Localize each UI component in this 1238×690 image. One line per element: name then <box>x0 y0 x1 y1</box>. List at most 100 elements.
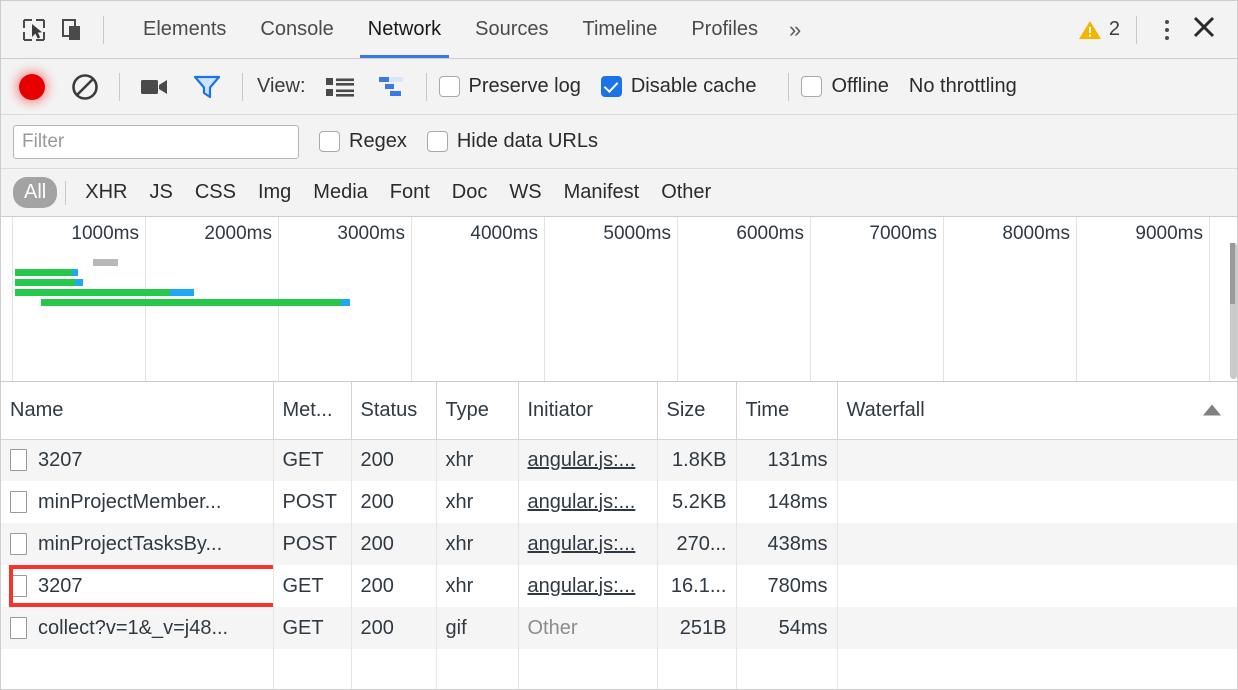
initiator-link[interactable]: angular.js:... <box>528 533 636 555</box>
toolbar-divider-a <box>119 72 120 101</box>
preserve-log-box[interactable] <box>438 76 460 97</box>
tab-timeline[interactable]: Timeline <box>566 1 675 58</box>
cell-initiator[interactable]: angular.js:... <box>518 523 658 565</box>
overview-body[interactable]: 1000ms 2000ms 3000ms 4000ms 5000ms 6000ms 7000… <box>13 217 1237 381</box>
cell-method: GET <box>273 439 352 481</box>
cell-name[interactable]: collect?v=1&_v=j48... <box>1 607 274 649</box>
tab-console[interactable]: Console <box>243 1 350 58</box>
regex-box[interactable] <box>319 131 340 152</box>
column-header-size[interactable]: Size <box>657 382 737 440</box>
request-table-container[interactable]: Name Met... Status Type Initiator Size T… <box>1 382 1237 689</box>
cell-initiator[interactable]: angular.js:... <box>518 481 658 523</box>
tab-elements[interactable]: Elements <box>126 1 243 58</box>
filter-bar: Regex Hide data URLs <box>1 115 1237 169</box>
disable-cache-box[interactable] <box>600 76 622 97</box>
column-header-waterfall[interactable]: Waterfall <box>837 382 1237 440</box>
more-tabs-chevron-icon[interactable]: » <box>775 17 815 43</box>
column-header-name[interactable]: Name <box>1 382 274 440</box>
view-list-icon[interactable] <box>320 67 360 107</box>
view-waterfall-icon[interactable] <box>368 67 414 107</box>
overview-scrollbar[interactable] <box>1230 243 1237 379</box>
network-overview[interactable]: 1000ms 2000ms 3000ms 4000ms 5000ms 6000ms 7000… <box>1 217 1237 382</box>
column-header-status[interactable]: Status <box>351 382 437 440</box>
overview-scroll-handle[interactable] <box>1230 243 1235 305</box>
table-header-row: Name Met... Status Type Initiator Size T… <box>1 382 1237 440</box>
type-filter-other[interactable]: Other <box>650 177 722 208</box>
type-filter-ws[interactable]: WS <box>498 177 552 208</box>
type-filter-xhr[interactable]: XHR <box>74 177 138 208</box>
filter-funnel-icon[interactable] <box>184 67 230 107</box>
cell-method: GET <box>273 607 352 649</box>
type-filter-manifest[interactable]: Manifest <box>553 177 651 208</box>
offline-checkbox[interactable]: Offline <box>801 75 889 98</box>
cell-name[interactable]: minProjectTasksBy... <box>1 523 274 565</box>
devtools-window: Elements Console Network Sources Timelin… <box>0 0 1238 690</box>
overview-tick-label: 4000ms <box>470 223 538 244</box>
column-header-time[interactable]: Time <box>736 382 838 440</box>
overview-left-gutter <box>1 217 13 381</box>
tab-sources[interactable]: Sources <box>458 1 565 58</box>
cell-time: 131ms <box>736 439 838 481</box>
type-filter-img[interactable]: Img <box>247 177 302 208</box>
cell-status: 200 <box>351 523 437 565</box>
type-filter-font[interactable]: Font <box>379 177 441 208</box>
column-header-initiator[interactable]: Initiator <box>518 382 658 440</box>
overview-bar <box>13 299 1237 306</box>
offline-box[interactable] <box>801 76 823 97</box>
filler-cell <box>518 649 658 689</box>
type-filter-css[interactable]: CSS <box>184 177 247 208</box>
type-filter-all[interactable]: All <box>13 177 58 208</box>
overview-bar <box>13 259 1237 266</box>
type-filter-js[interactable]: JS <box>138 177 183 208</box>
column-header-method[interactable]: Met... <box>273 382 352 440</box>
table-row[interactable]: minProjectMember... POST 200 xhr angular.js:… <box>1 481 1237 523</box>
table-row[interactable]: collect?v=1&_v=j48... GET 200 gif Other 251B 5… <box>1 607 1237 649</box>
record-button[interactable] <box>19 73 45 100</box>
initiator-link[interactable]: angular.js:... <box>528 449 636 471</box>
cell-initiator[interactable]: angular.js:... <box>518 565 658 607</box>
initiator-link[interactable]: angular.js:... <box>528 491 636 513</box>
table-row[interactable]: 3207 GET 200 xhr angular.js:... 16.1... 780ms <box>1 565 1237 607</box>
devtools-menu-icon[interactable] <box>1149 19 1185 40</box>
request-name: collect?v=1&_v=j48... <box>38 616 229 639</box>
cell-initiator[interactable]: angular.js:... <box>518 439 658 481</box>
table-row[interactable]: 3207 GET 200 xhr angular.js:... 1.8KB 131ms <box>1 439 1237 481</box>
preserve-log-checkbox[interactable]: Preserve log <box>438 75 581 98</box>
hide-data-urls-box[interactable] <box>426 131 448 152</box>
document-icon <box>10 533 27 555</box>
cell-name[interactable]: minProjectMember... <box>1 481 274 523</box>
warning-badge[interactable]: 2 <box>1078 18 1120 41</box>
cell-size: 5.2KB <box>657 481 737 523</box>
request-name: minProjectMember... <box>38 490 222 513</box>
cell-name[interactable]: 3207 <box>1 439 274 481</box>
sort-ascending-icon[interactable] <box>1203 404 1221 416</box>
cell-name[interactable]: 3207 <box>1 565 274 607</box>
initiator-text: Other <box>527 616 578 639</box>
inspect-element-icon[interactable] <box>15 11 53 49</box>
regex-checkbox[interactable]: Regex <box>319 130 407 153</box>
cell-waterfall <box>837 481 1237 523</box>
overview-bar-segment <box>75 279 83 286</box>
cell-status: 200 <box>351 481 437 523</box>
filler-cell <box>736 649 838 689</box>
close-icon[interactable] <box>1185 14 1227 45</box>
column-header-type[interactable]: Type <box>436 382 519 440</box>
type-filter-media[interactable]: Media <box>302 177 378 208</box>
toolbar-divider-d <box>788 72 790 101</box>
capture-screenshots-icon[interactable] <box>132 67 178 107</box>
warning-triangle-icon <box>1078 20 1101 39</box>
filter-input[interactable] <box>13 124 299 159</box>
clear-button[interactable] <box>63 67 107 107</box>
type-filter-doc[interactable]: Doc <box>441 177 499 208</box>
tab-network[interactable]: Network <box>351 1 458 58</box>
tab-profiles[interactable]: Profiles <box>674 1 775 58</box>
hide-data-urls-checkbox[interactable]: Hide data URLs <box>426 130 598 153</box>
throttling-select[interactable]: No throttling <box>909 75 1017 98</box>
network-toolbar: View: Preserve log Disable cache Offline… <box>1 59 1237 115</box>
overview-bar-segment <box>341 299 350 306</box>
disable-cache-checkbox[interactable]: Disable cache <box>600 75 756 98</box>
table-row[interactable]: minProjectTasksBy... POST 200 xhr angular.js… <box>1 523 1237 565</box>
device-toolbar-icon[interactable] <box>53 11 91 49</box>
cell-waterfall <box>837 523 1237 565</box>
initiator-link[interactable]: angular.js:... <box>528 575 636 597</box>
